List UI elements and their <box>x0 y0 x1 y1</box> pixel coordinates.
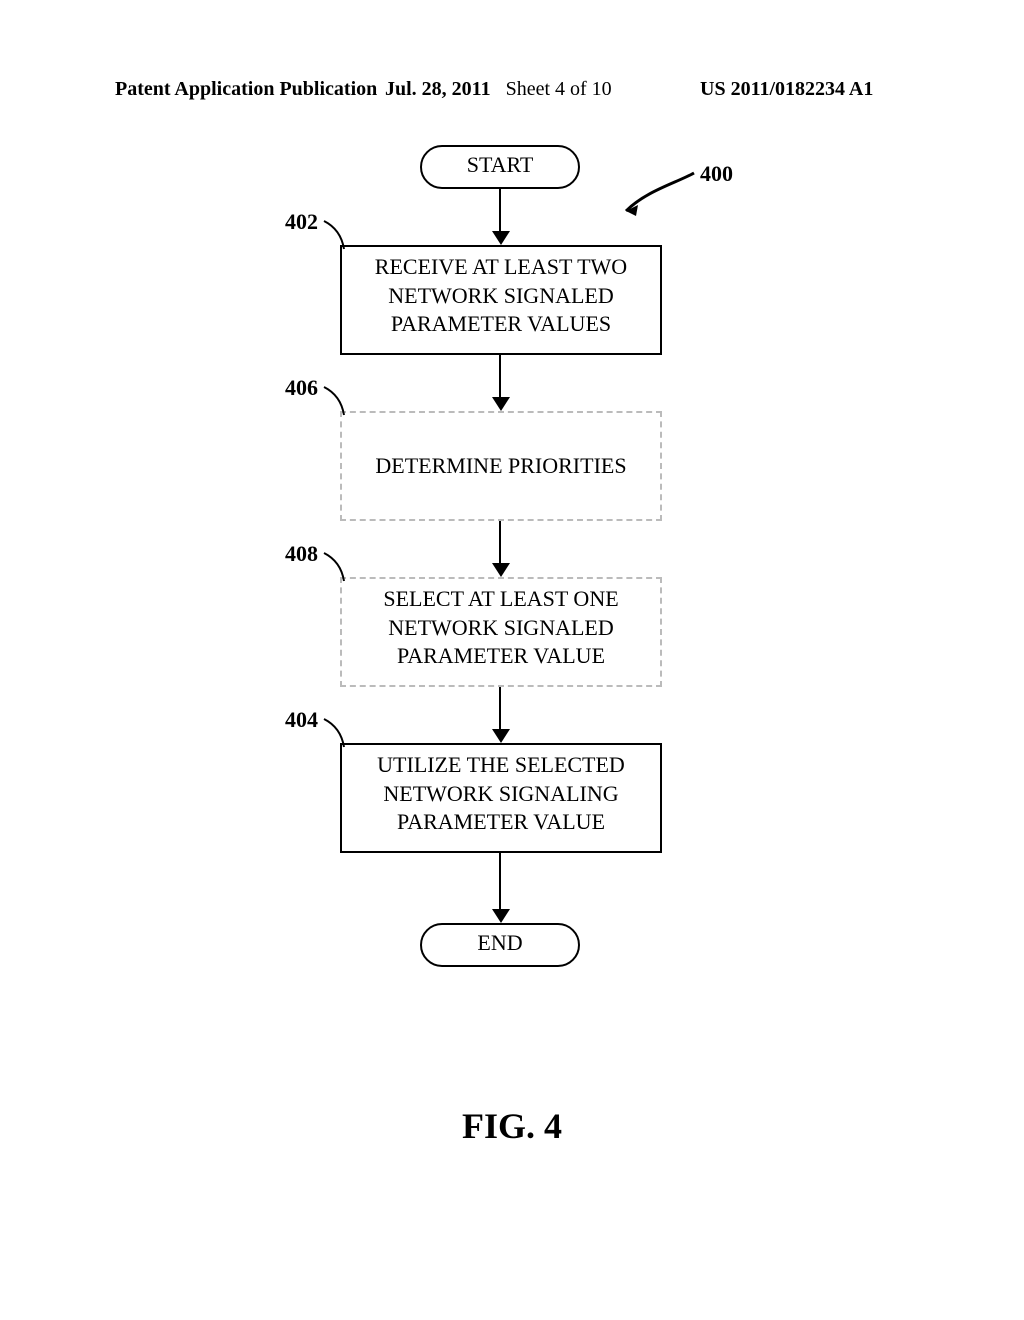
arrow-head-icon <box>492 909 510 923</box>
box-402-text: RECEIVE AT LEAST TWO NETWORK SIGNALED PA… <box>375 254 627 336</box>
arrow-head-icon <box>492 563 510 577</box>
header-sheet: Sheet 4 of 10 <box>506 78 612 100</box>
arrow-start-to-402 <box>499 189 501 233</box>
ref-404-leader <box>320 717 360 757</box>
box-408-text: SELECT AT LEAST ONE NETWORK SIGNALED PAR… <box>383 586 618 668</box>
box-408: SELECT AT LEAST ONE NETWORK SIGNALED PAR… <box>340 577 662 687</box>
arrow-402-to-406 <box>499 355 501 399</box>
arrow-head-icon <box>492 231 510 245</box>
ref-408: 408 <box>285 541 318 567</box>
terminator-end: END <box>420 923 580 967</box>
figure-caption: FIG. 4 <box>0 1105 1024 1147</box>
flowchart: START RECEIVE AT LEAST TWO NETWORK SIGNA… <box>0 145 1024 1075</box>
box-406: DETERMINE PRIORITIES <box>340 411 662 521</box>
header-left: Patent Application Publication <box>115 78 377 101</box>
ref-404: 404 <box>285 707 318 733</box>
box-402: RECEIVE AT LEAST TWO NETWORK SIGNALED PA… <box>340 245 662 355</box>
ref-406-leader <box>320 385 360 425</box>
terminator-start-label: START <box>467 152 534 177</box>
ref-402: 402 <box>285 209 318 235</box>
ref-406: 406 <box>285 375 318 401</box>
ref-408-leader <box>320 551 360 591</box>
box-404-text: UTILIZE THE SELECTED NETWORK SIGNALING P… <box>377 752 625 834</box>
arrow-408-to-404 <box>499 687 501 731</box>
ref-400-arrow-icon <box>616 171 696 216</box>
ref-400: 400 <box>700 161 733 187</box>
arrow-404-to-end <box>499 853 501 911</box>
arrow-head-icon <box>492 397 510 411</box>
box-406-text: DETERMINE PRIORITIES <box>375 452 626 481</box>
ref-402-leader <box>320 219 360 259</box>
header-date: Jul. 28, 2011 <box>385 78 491 100</box>
header-mid: Jul. 28, 2011 Sheet 4 of 10 <box>385 78 612 101</box>
arrow-head-icon <box>492 729 510 743</box>
terminator-start: START <box>420 145 580 189</box>
box-404: UTILIZE THE SELECTED NETWORK SIGNALING P… <box>340 743 662 853</box>
header-pubno: US 2011/0182234 A1 <box>700 78 873 101</box>
terminator-end-label: END <box>477 930 522 955</box>
arrow-406-to-408 <box>499 521 501 565</box>
